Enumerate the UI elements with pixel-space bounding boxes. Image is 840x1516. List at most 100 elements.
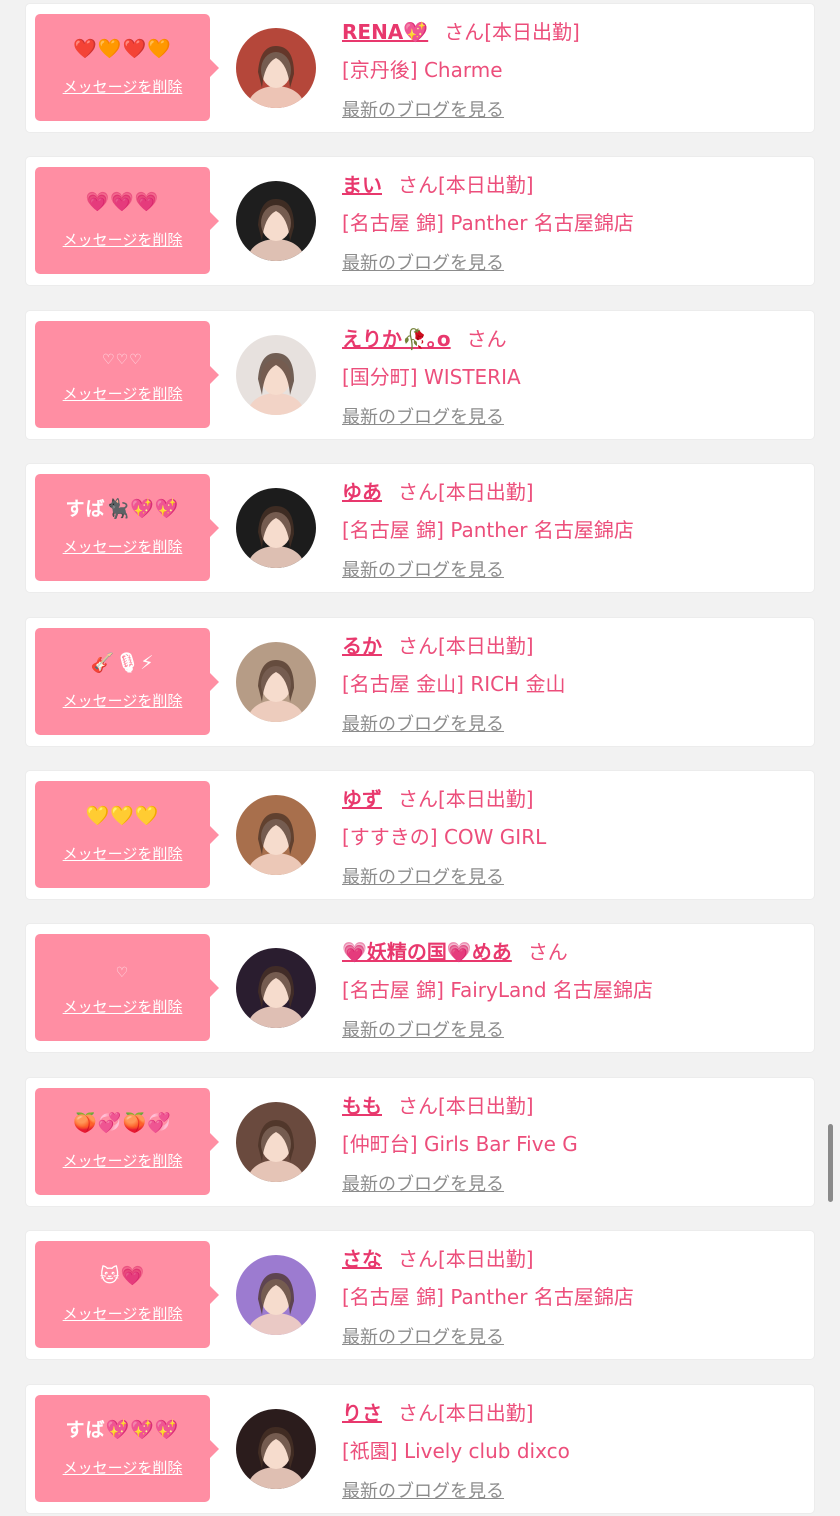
cast-card: 🎸🎙⚡ メッセージを削除 るか さん[本日出勤] [名古屋 金山] RICH 金山… [26,618,814,746]
latest-blog-link[interactable]: 最新のブログを見る [342,1016,504,1042]
cast-header: もも さん[本日出勤] [342,1090,534,1119]
avatar-photo-icon [236,795,316,875]
message-bubble: 🐱💗 メッセージを削除 [35,1241,219,1348]
shop-name: [名古屋 錦] FairyLand 名古屋錦店 [342,978,653,1002]
cast-header: えりか🥀｡o さん [342,323,507,352]
avatar-photo-icon [236,1255,316,1335]
work-status: [本日出勤] [484,20,580,44]
honorific: さん [527,940,568,964]
delete-message-link[interactable]: メッセージを削除 [35,690,210,711]
avatar-photo-icon [236,335,316,415]
avatar-mea[interactable] [236,948,316,1028]
latest-blog-link[interactable]: 最新のブログを見る [342,96,504,122]
honorific: さん [398,787,438,811]
cast-name-link[interactable]: RENA💖 [342,20,428,44]
message-text: 🍑💞🍑💞 [73,1112,172,1134]
message-text: 💛💛💛 [85,805,160,827]
message-text: ♡♡♡ [102,352,143,368]
message-text: すば💖💖💖 [65,1419,180,1441]
cast-name-link[interactable]: もも [342,1094,382,1118]
cast-name-link[interactable]: さな [342,1247,382,1271]
work-status: [本日出勤] [438,787,534,811]
message-text: ♡ [115,965,130,981]
avatar-mai[interactable] [236,181,316,261]
cast-name-link[interactable]: りさ [342,1401,382,1425]
avatar-momo[interactable] [236,1102,316,1182]
avatar-photo-icon [236,1102,316,1182]
honorific: さん [398,634,438,658]
avatar-yua[interactable] [236,488,316,568]
avatar-erika[interactable] [236,335,316,415]
cast-name-link[interactable]: まい [342,173,382,197]
honorific: さん [444,20,485,44]
work-status: [本日出勤] [438,1247,534,1271]
cast-header: ゆず さん[本日出勤] [342,783,534,812]
delete-message-link[interactable]: メッセージを削除 [35,996,210,1017]
message-text: 💗💗💗 [85,191,160,213]
delete-message-link[interactable]: メッセージを削除 [35,1303,210,1324]
shop-name: [名古屋 錦] Panther 名古屋錦店 [342,518,634,542]
delete-message-link[interactable]: メッセージを削除 [35,843,210,864]
message-bubble: ♡ メッセージを削除 [35,934,219,1041]
cast-card: すば🐈‍⬛💖💖 メッセージを削除 ゆあ さん[本日出勤] [名古屋 錦] Pant… [26,464,814,592]
avatar-photo-icon [236,488,316,568]
cast-card: ♡♡♡ メッセージを削除 えりか🥀｡o さん [国分町] WISTERIA 最新の… [26,311,814,439]
message-bubble: すば💖💖💖 メッセージを削除 [35,1395,219,1502]
cast-header: ゆあ さん[本日出勤] [342,476,534,505]
delete-message-link[interactable]: メッセージを削除 [35,1150,210,1171]
cast-name-link[interactable]: るか [342,634,382,658]
latest-blog-link[interactable]: 最新のブログを見る [342,1323,504,1349]
latest-blog-link[interactable]: 最新のブログを見る [342,556,504,582]
shop-name: [京丹後] Charme [342,58,503,82]
cast-header: りさ さん[本日出勤] [342,1397,534,1426]
cast-card: 💛💛💛 メッセージを削除 ゆず さん[本日出勤] [すすきの] COW GIRL … [26,771,814,899]
avatar-sana[interactable] [236,1255,316,1335]
avatar-risa[interactable] [236,1409,316,1489]
cast-header: まい さん[本日出勤] [342,169,534,198]
delete-message-link[interactable]: メッセージを削除 [35,76,210,97]
message-text: 🐱💗 [99,1265,146,1287]
avatar-photo-icon [236,181,316,261]
cast-card: 💗💗💗 メッセージを削除 まい さん[本日出勤] [名古屋 錦] Panther … [26,157,814,285]
avatar-yuzu[interactable] [236,795,316,875]
latest-blog-link[interactable]: 最新のブログを見る [342,1170,504,1196]
shop-name: [国分町] WISTERIA [342,365,521,389]
shop-name: [名古屋 錦] Panther 名古屋錦店 [342,211,634,235]
avatar-photo-icon [236,948,316,1028]
cast-header: RENA💖 さん[本日出勤] [342,16,580,45]
latest-blog-link[interactable]: 最新のブログを見る [342,249,504,275]
cast-name-link[interactable]: えりか🥀｡o [342,327,451,351]
delete-message-link[interactable]: メッセージを削除 [35,229,210,250]
message-bubble: ♡♡♡ メッセージを削除 [35,321,219,428]
latest-blog-link[interactable]: 最新のブログを見る [342,710,504,736]
cast-card: ♡ メッセージを削除 💗妖精の国💗めあ さん [名古屋 錦] FairyLand … [26,924,814,1052]
cast-card: すば💖💖💖 メッセージを削除 りさ さん[本日出勤] [祇園] Lively cl… [26,1385,814,1513]
avatar-photo-icon [236,28,316,108]
latest-blog-link[interactable]: 最新のブログを見る [342,403,504,429]
work-status: [本日出勤] [438,634,534,658]
delete-message-link[interactable]: メッセージを削除 [35,1457,210,1478]
work-status: [本日出勤] [438,173,534,197]
avatar-rena[interactable] [236,28,316,108]
avatar-ruka[interactable] [236,642,316,722]
avatar-photo-icon [236,1409,316,1489]
cast-name-link[interactable]: ゆあ [342,480,382,504]
cast-header: るか さん[本日出勤] [342,630,534,659]
honorific: さん [466,327,507,351]
latest-blog-link[interactable]: 最新のブログを見る [342,1477,504,1503]
delete-message-link[interactable]: メッセージを削除 [35,536,210,557]
message-bubble: 💗💗💗 メッセージを削除 [35,167,219,274]
avatar-photo-icon [236,642,316,722]
latest-blog-link[interactable]: 最新のブログを見る [342,863,504,889]
message-bubble: すば🐈‍⬛💖💖 メッセージを削除 [35,474,219,581]
message-bubble: ❤️🧡❤️🧡 メッセージを削除 [35,14,219,121]
scrollbar[interactable] [828,1124,833,1202]
work-status: [本日出勤] [438,1401,534,1425]
shop-name: [名古屋 金山] RICH 金山 [342,672,566,696]
delete-message-link[interactable]: メッセージを削除 [35,383,210,404]
shop-name: [仲町台] Girls Bar Five G [342,1132,578,1156]
cast-card: 🍑💞🍑💞 メッセージを削除 もも さん[本日出勤] [仲町台] Girls Bar… [26,1078,814,1206]
cast-name-link[interactable]: ゆず [342,787,382,811]
cast-name-link[interactable]: 💗妖精の国💗めあ [342,940,512,964]
honorific: さん [398,1094,438,1118]
